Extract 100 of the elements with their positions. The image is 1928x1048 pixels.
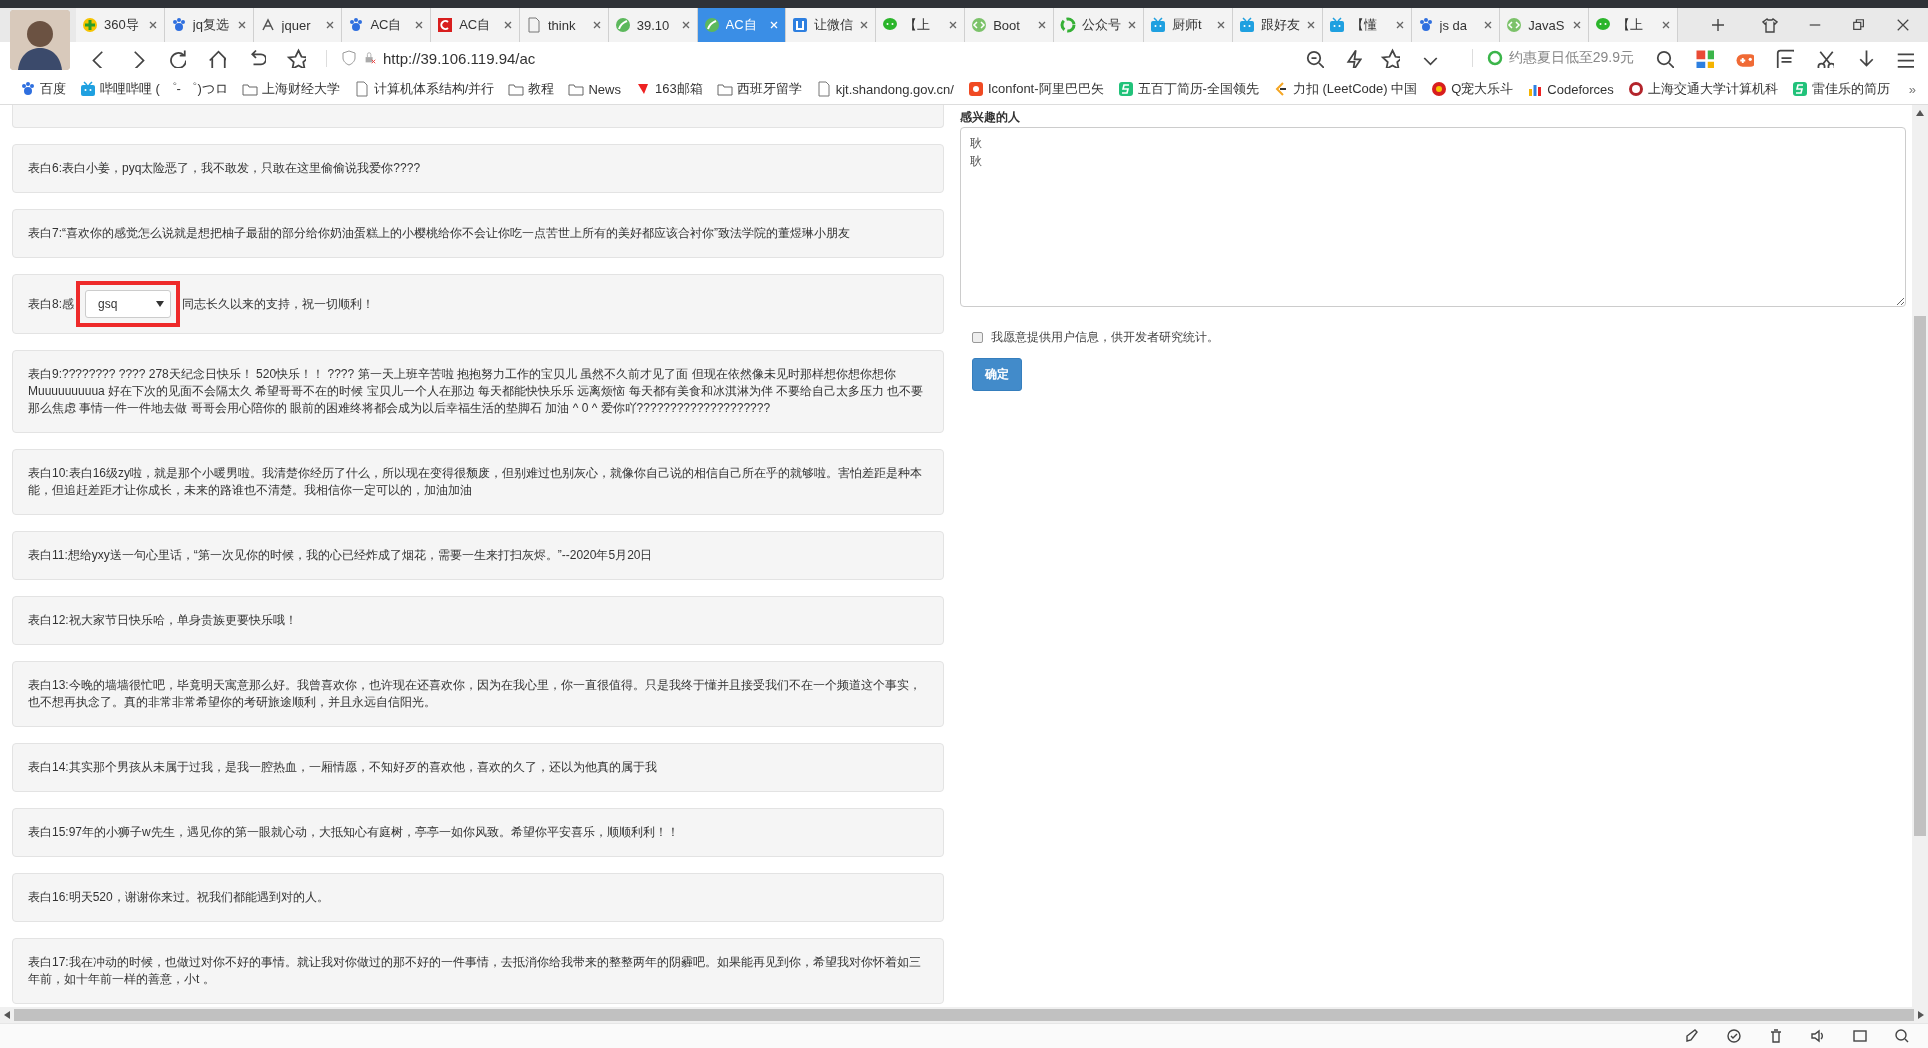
browser-tab[interactable]: js da [1411, 8, 1501, 42]
code-icon [971, 17, 988, 33]
more-bookmarks-button[interactable]: » [1908, 81, 1916, 97]
close-icon[interactable] [948, 20, 959, 30]
checkbox[interactable] [972, 332, 983, 343]
tv-icon [80, 81, 96, 97]
close-icon[interactable] [680, 20, 691, 30]
address-field[interactable]: http://39.106.119.94/ac [383, 49, 536, 67]
browser-tab[interactable]: 【懂 [1322, 8, 1412, 42]
close-icon[interactable] [1572, 20, 1583, 30]
chat-icon [882, 17, 899, 33]
bookmark-link[interactable]: kjt.shandong.gov.cn/ [835, 81, 954, 97]
browser-tab[interactable]: jq复选 [164, 8, 254, 42]
browser-tab[interactable]: 公众号 [1053, 8, 1144, 42]
submit-button[interactable]: 确定 [972, 358, 1022, 391]
bookmark-link[interactable]: 哔哩哔哩 ( ゜- ゜)つロ [100, 80, 228, 98]
browser-tab[interactable]: 【上 [1589, 8, 1678, 42]
bookmark-link[interactable]: 上海交通大学计算机科 [1647, 80, 1778, 98]
browser-tab[interactable]: 360导 [76, 8, 165, 42]
browser-tab[interactable]: 【上 [876, 8, 966, 42]
browser-tab[interactable]: think [520, 8, 609, 42]
bookmark-link[interactable]: 力扣 (LeetCode) 中国 [1292, 80, 1418, 98]
close-icon[interactable] [1036, 20, 1047, 30]
close-icon[interactable] [859, 20, 870, 30]
app-icon [967, 81, 984, 97]
chat-icon [1595, 17, 1612, 33]
close-icon[interactable] [1660, 20, 1671, 30]
close-icon[interactable] [503, 20, 513, 30]
checkbox-label: 我愿意提供用户信息，供开发者研究统计。 [991, 329, 1219, 346]
scroll-up-icon[interactable] [1916, 110, 1924, 116]
page-icon [526, 17, 542, 33]
post-text: 表白17:我在冲动的时候，也做过对你不好的事情。就让我对你做过的那不好的一件事情，去抵消你给我带来的整整两年的阴霾吧。如果能再见到你，希望我对你怀着如三年前，如十年前一样的善意，小t 。 [28, 954, 922, 988]
bookmark-link[interactable]: Iconfont-阿里巴巴矢 [987, 80, 1104, 98]
folder-icon [508, 81, 525, 97]
close-icon[interactable] [1215, 20, 1226, 30]
close-icon[interactable] [414, 20, 425, 30]
tv-icon [1238, 17, 1255, 33]
page-icon [815, 81, 832, 97]
bookmark-link[interactable]: Q宠大乐斗 [1451, 80, 1514, 98]
check-icon[interactable] [1726, 1028, 1742, 1044]
browser-tab[interactable]: AC自 [431, 8, 520, 42]
code-icon [1506, 17, 1523, 33]
bookmark-link[interactable]: 上海财经大学 [261, 80, 340, 98]
ring-icon [1486, 50, 1503, 66]
folder-icon [716, 81, 733, 97]
bookmark-link[interactable]: 百度 [40, 80, 66, 98]
search-icon[interactable] [1894, 1028, 1910, 1044]
trash-icon[interactable] [1768, 1028, 1784, 1044]
speaker-icon[interactable] [1810, 1028, 1826, 1044]
restore-icon[interactable] [1852, 18, 1866, 32]
bookmark-link[interactable]: 雷佳乐的简历 [1811, 80, 1890, 98]
shield-icon [341, 50, 357, 66]
text-area[interactable]: 耿 耿 [960, 127, 1906, 307]
close-icon[interactable] [1896, 18, 1910, 32]
browser-tab[interactable]: 厨师t [1143, 8, 1233, 42]
post-text: 表白7:“喜欢你的感觉怎么说就是想把柚子最甜的部分给你奶油蛋糕上的小樱桃给你不会让你吃一点苦世上所有的美好都应该合衬你”致法学院的董煜琳小朋友 [28, 225, 850, 242]
paw-icon [170, 17, 187, 33]
dropdown[interactable]: gsq [85, 290, 171, 318]
new-tab-icon[interactable] [1709, 17, 1726, 33]
document-icon[interactable] [1774, 48, 1794, 68]
post-text: 表白16:明天520，谢谢你来过。祝我们都能遇到对的人。 [28, 889, 329, 906]
scroll-right-icon[interactable] [1918, 1011, 1924, 1019]
bookmark-link[interactable]: 西班牙留学 [736, 80, 802, 98]
browser-tab[interactable]: 让微信 [786, 8, 877, 42]
horizontal-scrollbar[interactable] [0, 1007, 1928, 1023]
close-icon[interactable] [1483, 20, 1494, 30]
close-icon[interactable] [147, 20, 158, 30]
star-icon[interactable] [286, 48, 306, 68]
search-icon[interactable] [1654, 48, 1674, 68]
bookmark-link[interactable]: 163邮箱 [654, 80, 703, 98]
browser-tab[interactable]: JavaS [1500, 8, 1590, 42]
paw-icon [1417, 17, 1434, 33]
close-icon[interactable] [1305, 20, 1316, 30]
browser-tab[interactable]: AC自 [342, 8, 432, 42]
tv-icon [1149, 17, 1166, 33]
bookmark-link[interactable]: Codeforces [1547, 81, 1614, 97]
scroll-left-icon[interactable] [4, 1011, 10, 1019]
leaf-icon [614, 17, 631, 33]
promo-text[interactable]: 约惠夏日低至29.9元 [1508, 49, 1634, 67]
close-icon[interactable] [1394, 20, 1405, 30]
bookmark-link[interactable]: 五百丁简历-全国领先 [1137, 80, 1259, 98]
shirt-icon[interactable] [1762, 17, 1778, 33]
avatar[interactable] [10, 10, 70, 70]
close-icon[interactable] [591, 20, 602, 30]
close-icon[interactable] [236, 20, 247, 30]
post-text: 表白14:其实那个男孩从未属于过我，是我一腔热血，一厢情愿，不知好歹的喜欢他，喜欢的久了，还以为他真的属于我 [28, 759, 657, 776]
browser-tab[interactable]: 39.10 [608, 8, 698, 42]
close-icon[interactable] [1126, 20, 1137, 30]
browser-tab[interactable]: jquer [253, 8, 343, 42]
bookmark-link[interactable]: News [588, 81, 621, 97]
bookmark-link[interactable]: 教程 [528, 80, 555, 98]
grid-icon[interactable] [1694, 48, 1714, 68]
window-icon[interactable] [1852, 1028, 1868, 1044]
post-text: 表白10:表白16级zy啦，就是那个小暖男啦。我清楚你经历了什么，所以现在变得很颓废，但别难过也别灰心，就像你自己说的相信自己所在乎的就够啦。害怕差距是种本能，但追赶差距才让你成长，未来的路谁也不清楚。我相信你一定可以的，加油加油 [28, 465, 924, 499]
browser-tab[interactable]: Boot [965, 8, 1054, 42]
browser-tab[interactable]: 跟好友 [1232, 8, 1323, 42]
bookmark-link[interactable]: 计算机体系结构/并行 [373, 80, 495, 98]
star-icon[interactable] [1379, 48, 1400, 68]
close-icon[interactable] [325, 20, 336, 30]
vertical-scrollbar[interactable] [1912, 105, 1928, 1007]
